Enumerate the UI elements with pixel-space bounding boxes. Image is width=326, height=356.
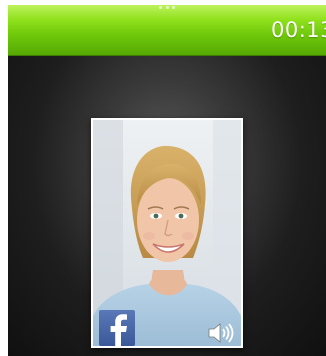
call-status-bar: 00:13	[8, 5, 326, 56]
contact-photo-card	[91, 118, 243, 348]
call-screen: 00:13	[8, 5, 326, 356]
speaker-icon[interactable]	[207, 322, 235, 344]
facebook-icon[interactable]	[99, 310, 135, 346]
drag-handle-icon[interactable]	[159, 5, 175, 9]
contact-photo	[93, 120, 241, 346]
call-timer: 00:13	[270, 18, 326, 42]
